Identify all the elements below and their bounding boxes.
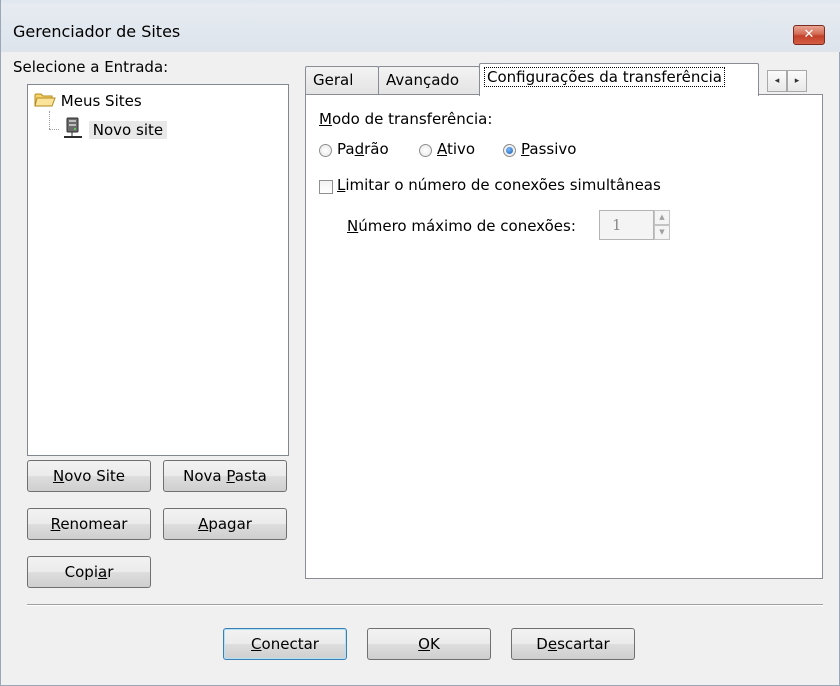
footer-separator: [27, 604, 823, 606]
tree-item-my-sites[interactable]: Meus Sites: [34, 92, 142, 110]
site-tree[interactable]: Meus Sites Novo site: [27, 84, 289, 456]
button-accesskey: N: [52, 467, 65, 485]
button-label-part: pagar: [208, 515, 252, 533]
button-label-part: r: [107, 563, 114, 581]
button-label-part: enomear: [60, 515, 128, 533]
transfer-mode-label: Modo de transferência:: [319, 110, 492, 128]
button-accesskey: A: [198, 515, 209, 533]
tree-item-new-site[interactable]: Novo site: [62, 117, 168, 141]
tab-label: Configurações da transferência: [484, 67, 725, 87]
limit-connections-label[interactable]: Limitar o número de conexões simultâneas: [337, 176, 661, 194]
button-label-part: D: [536, 635, 548, 653]
title-bar[interactable]: Gerenciador de Sites ✕: [1, 6, 840, 52]
label-accesskey: d: [354, 140, 365, 158]
tree-item-label: Meus Sites: [60, 92, 142, 110]
radio-passive-label[interactable]: Passivo: [521, 140, 576, 158]
tab-label: Avançado: [386, 71, 460, 89]
label-part: Pa: [337, 140, 355, 158]
button-accesskey: R: [50, 515, 61, 533]
button-label-part: ovo Site: [64, 467, 126, 485]
label-part: odo de transferência:: [331, 110, 493, 128]
close-button[interactable]: ✕: [793, 25, 825, 45]
arrow-left-icon: ◂: [774, 76, 780, 86]
radio-default-label[interactable]: Padrão: [337, 140, 389, 158]
new-folder-button[interactable]: Nova Pasta: [163, 460, 287, 492]
tab-advanced[interactable]: Avançado: [378, 66, 480, 95]
radio-active-mode[interactable]: [419, 144, 432, 157]
chevron-up-icon: ▲: [659, 213, 665, 221]
limit-connections-checkbox[interactable]: [319, 180, 333, 194]
button-accesskey: e: [547, 635, 558, 653]
connect-button[interactable]: Conectar: [223, 628, 347, 660]
site-manager-window: Gerenciador de Sites ✕ Selecione a Entra…: [0, 0, 840, 686]
button-accesskey: P: [226, 467, 235, 485]
delete-button[interactable]: Apagar: [163, 508, 287, 540]
button-label-part: K: [429, 635, 440, 653]
label-part: úmero máximo de conexões:: [358, 217, 576, 235]
label-accesskey: N: [347, 217, 359, 235]
tree-item-label: Novo site: [88, 121, 168, 139]
arrow-right-icon: ▸: [794, 76, 800, 86]
button-accesskey: O: [418, 635, 430, 653]
copy-button[interactable]: Copiar: [27, 556, 151, 588]
label-accesskey: A: [437, 140, 447, 158]
ok-button[interactable]: OK: [367, 628, 491, 660]
button-accesskey: a: [97, 563, 108, 581]
tab-scroll-right-button[interactable]: ▸: [787, 70, 807, 92]
max-connections-input[interactable]: 1: [599, 210, 654, 240]
tab-general[interactable]: Geral: [305, 66, 379, 95]
label-part: tivo: [447, 140, 476, 158]
transfer-settings-panel: [305, 94, 823, 579]
spin-up-button[interactable]: ▲: [654, 210, 670, 225]
button-label-part: scartar: [557, 635, 610, 653]
rename-button[interactable]: Renomear: [27, 508, 151, 540]
folder-icon: [34, 93, 56, 107]
label-part: imitar o número de conexões simultâneas: [345, 176, 661, 194]
label-part: rão: [364, 140, 389, 158]
tree-connector: [49, 111, 50, 129]
max-connections-label: Número máximo de conexões:: [347, 217, 576, 235]
close-icon: ✕: [803, 27, 815, 42]
select-entry-label: Selecione a Entrada:: [13, 58, 169, 76]
discard-button[interactable]: Descartar: [511, 628, 635, 660]
tab-label: Geral: [313, 71, 354, 89]
server-icon: [64, 117, 82, 138]
button-label-part: onectar: [261, 635, 319, 653]
new-site-button[interactable]: Novo Site: [27, 460, 151, 492]
radio-default-mode[interactable]: [319, 144, 332, 157]
tab-scroll-left-button[interactable]: ◂: [767, 70, 787, 92]
button-label-part: Copi: [64, 563, 98, 581]
radio-passive-mode[interactable]: [503, 144, 516, 157]
label-accesskey: M: [319, 110, 332, 128]
radio-active-label[interactable]: Ativo: [437, 140, 475, 158]
button-accesskey: C: [251, 635, 262, 653]
chevron-down-icon: ▼: [659, 228, 665, 236]
tab-transfer-settings[interactable]: Configurações da transferência: [479, 63, 759, 96]
label-part: assivo: [529, 140, 577, 158]
spin-down-button[interactable]: ▼: [654, 225, 670, 240]
button-label-part: Nova: [183, 467, 227, 485]
tree-connector: [49, 129, 59, 130]
button-label-part: asta: [234, 467, 267, 485]
window-title: Gerenciador de Sites: [13, 22, 181, 41]
